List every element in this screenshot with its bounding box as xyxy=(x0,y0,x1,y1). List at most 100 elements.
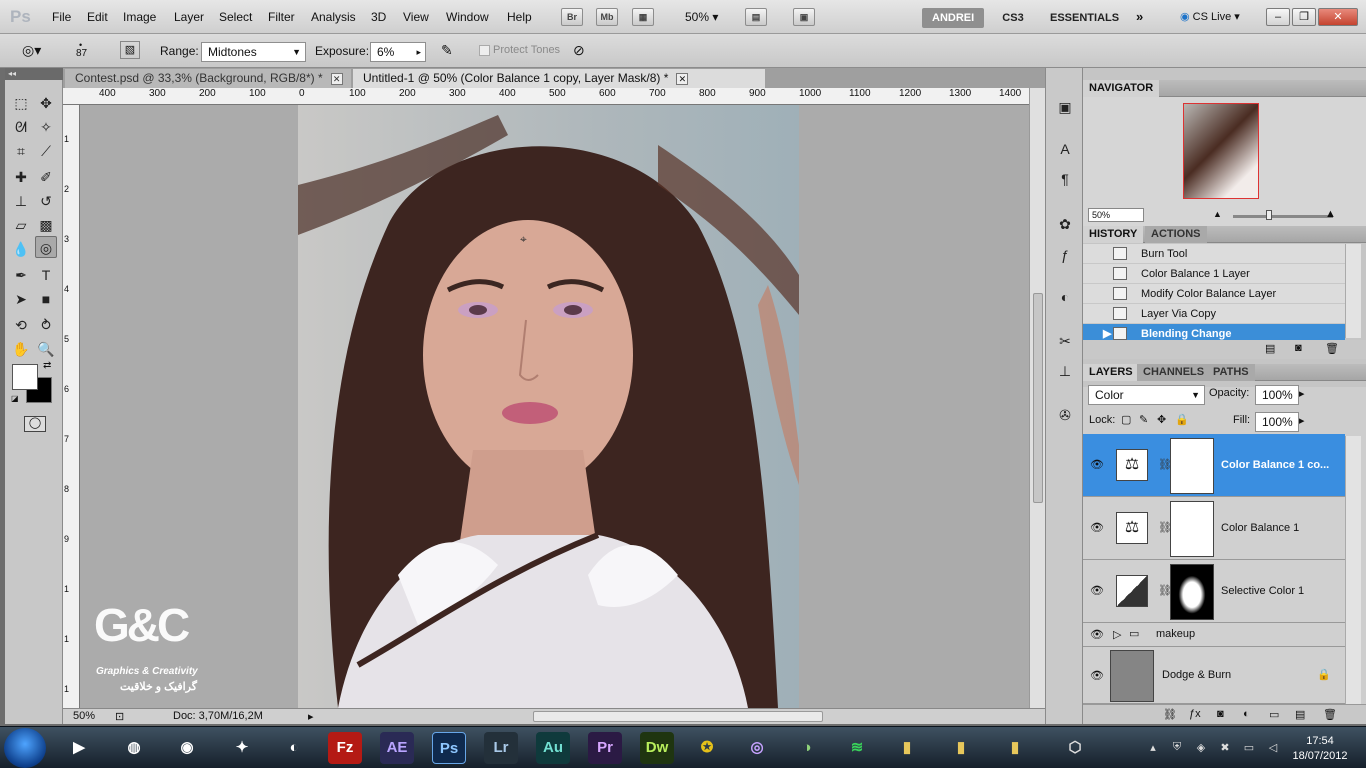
lightroom-icon[interactable]: Lr xyxy=(484,732,518,764)
view-extras-button[interactable]: ▦ xyxy=(632,8,654,26)
media-player-icon[interactable]: ▶ xyxy=(62,732,96,764)
photoshop-taskbar-icon[interactable]: Ps xyxy=(432,732,466,764)
scroll-thumb[interactable] xyxy=(1033,293,1043,503)
exposure-input[interactable]: 6% ▸ xyxy=(370,42,426,62)
swatches-icon[interactable]: ✿ xyxy=(1054,213,1076,235)
app-icon[interactable]: ⬡ xyxy=(1058,732,1092,764)
eyedropper-tool-icon[interactable]: ⟋ xyxy=(35,140,57,162)
arrange-documents-button[interactable]: ▤ xyxy=(745,8,767,26)
history-scrollbar[interactable] xyxy=(1345,244,1361,338)
eraser-tool-icon[interactable]: ▱ xyxy=(10,214,32,236)
layer-name[interactable]: makeup xyxy=(1156,628,1195,640)
shape-tool-icon[interactable]: ■ xyxy=(35,288,57,310)
adjustments-icon[interactable]: ◐ xyxy=(1054,286,1076,308)
eye-icon[interactable]: 👁 xyxy=(1090,458,1104,471)
eye-icon[interactable]: 👁 xyxy=(1090,628,1104,641)
menu-help[interactable]: Help xyxy=(507,10,532,24)
crop-tool-icon[interactable]: ⌗ xyxy=(10,140,32,162)
brush-tool-icon[interactable]: ✐ xyxy=(35,166,57,188)
gradient-tool-icon[interactable]: ▩ xyxy=(35,214,57,236)
close-button[interactable]: ✕ xyxy=(1318,8,1358,26)
after-effects-icon[interactable]: AE xyxy=(380,732,414,764)
styles-icon[interactable]: ƒ xyxy=(1054,244,1076,266)
minimize-button[interactable]: – xyxy=(1266,8,1290,26)
eye-icon[interactable]: 👁 xyxy=(1090,521,1104,534)
tool-preset-icon[interactable]: ◎▾ xyxy=(22,42,41,59)
dreamweaver-icon[interactable]: Dw xyxy=(640,732,674,764)
app-icon[interactable]: ◎ xyxy=(740,732,774,764)
trash-icon[interactable]: 🗑 xyxy=(1323,708,1337,721)
tab-paths[interactable]: PATHS xyxy=(1207,364,1255,381)
layer-row[interactable]: 👁 Dodge & Burn 🔒 xyxy=(1083,647,1345,704)
minibridge-button[interactable]: Mb xyxy=(596,8,618,26)
clock[interactable]: 17:54 18/07/2012 xyxy=(1290,734,1350,764)
folder-icon[interactable]: ▮ xyxy=(890,732,924,764)
lock-position-icon[interactable]: ✥ xyxy=(1157,413,1166,426)
tab-history[interactable]: HISTORY xyxy=(1083,226,1144,243)
history-item[interactable]: Layer Via Copy xyxy=(1083,304,1345,324)
layer-group-row[interactable]: 👁 ▷ ▭ makeup xyxy=(1083,623,1345,647)
tool-presets-icon[interactable]: ✂ xyxy=(1054,330,1076,352)
workspace-essentials[interactable]: ESSENTIALS xyxy=(1040,8,1130,28)
history-brush-tool-icon[interactable]: ↺ xyxy=(35,190,57,212)
lock-transparency-icon[interactable]: ▢ xyxy=(1121,413,1131,426)
tab-navigator[interactable]: NAVIGATOR xyxy=(1083,80,1160,97)
snapshot-icon[interactable]: ◙ xyxy=(1295,342,1302,354)
healing-brush-tool-icon[interactable]: ✚ xyxy=(10,166,32,188)
blend-mode-select[interactable]: Color ▼ xyxy=(1088,385,1205,405)
zoom-out-icon[interactable]: ▲ xyxy=(1213,209,1222,219)
3d-rotate-tool-icon[interactable]: ⟲ xyxy=(10,314,32,336)
layer-name[interactable]: Color Balance 1 co... xyxy=(1221,459,1329,471)
tab-contest[interactable]: Contest.psd @ 33,3% (Background, RGB/8*)… xyxy=(65,69,351,88)
navigator-zoom[interactable]: 50% xyxy=(1088,208,1144,222)
menu-3d[interactable]: 3D xyxy=(371,10,386,24)
history-item[interactable]: Burn Tool xyxy=(1083,244,1345,264)
brush-panel-icon[interactable]: ▧ xyxy=(120,41,140,59)
menu-select[interactable]: Select xyxy=(219,10,252,24)
firefox-icon[interactable]: ◐ xyxy=(277,732,311,764)
tray-network-icon[interactable]: ✖ xyxy=(1218,741,1232,755)
layers-scrollbar[interactable] xyxy=(1345,436,1361,704)
cs-live-button[interactable]: ◉ CS Live ▾ xyxy=(1180,10,1240,23)
tab-untitled[interactable]: Untitled-1 @ 50% (Color Balance 1 copy, … xyxy=(353,69,765,88)
premiere-icon[interactable]: Pr xyxy=(588,732,622,764)
layer-mask-thumbnail[interactable] xyxy=(1170,564,1214,620)
lock-image-icon[interactable]: ✎ xyxy=(1139,413,1148,426)
layer-name[interactable]: Color Balance 1 xyxy=(1221,522,1299,534)
menu-view[interactable]: View xyxy=(403,10,429,24)
tab-actions[interactable]: ACTIONS xyxy=(1145,226,1207,243)
opacity-arrow-icon[interactable]: ▸ xyxy=(1299,387,1305,400)
zoom-tool-icon[interactable]: 🔍 xyxy=(35,338,57,360)
history-item[interactable]: Modify Color Balance Layer xyxy=(1083,284,1345,304)
pressure-icon[interactable]: ⊘ xyxy=(573,42,585,59)
layer-mask-thumbnail[interactable] xyxy=(1170,501,1214,557)
tray-shield-icon[interactable]: ⛨ xyxy=(1170,741,1184,755)
workspace-cs3[interactable]: CS3 xyxy=(990,8,1036,28)
tray-volume-icon[interactable]: ◁ xyxy=(1266,741,1280,755)
chrome-icon[interactable]: ◉ xyxy=(170,732,204,764)
path-selection-tool-icon[interactable]: ➤ xyxy=(10,288,32,310)
swap-colors-icon[interactable]: ⇄ xyxy=(43,360,51,371)
status-menu-arrow-icon[interactable]: ▸ xyxy=(308,710,314,723)
close-icon[interactable]: ✕ xyxy=(676,73,689,85)
link-layers-icon[interactable]: ⛓ xyxy=(1163,708,1177,721)
3d-orbit-tool-icon[interactable]: ⥁ xyxy=(35,314,57,336)
tools-panel-header[interactable]: ◂◂ xyxy=(5,68,63,80)
move-tool-icon[interactable]: ✥ xyxy=(35,92,57,114)
zoom-in-icon[interactable]: ▲ xyxy=(1325,208,1336,220)
fill-arrow-icon[interactable]: ▸ xyxy=(1299,414,1305,427)
more-workspaces-icon[interactable]: » xyxy=(1136,9,1143,24)
layer-row[interactable]: 👁 ⚖ ⛓ Color Balance 1 xyxy=(1083,497,1345,560)
history-item[interactable]: Color Balance 1 Layer xyxy=(1083,264,1345,284)
clone-stamp-tool-icon[interactable]: ⊥ xyxy=(10,190,32,212)
airbrush-icon[interactable]: ✎ xyxy=(441,42,453,59)
clone-source-icon[interactable]: ⊥ xyxy=(1054,360,1076,382)
menu-window[interactable]: Window xyxy=(446,10,489,24)
screen-mode-button[interactable]: ▣ xyxy=(793,8,815,26)
layer-name[interactable]: Dodge & Burn xyxy=(1162,669,1231,681)
new-document-icon[interactable]: ▤ xyxy=(1265,342,1275,355)
pen-tool-icon[interactable]: ✒ xyxy=(10,264,32,286)
folder-icon[interactable]: ▮ xyxy=(998,732,1032,764)
folder-icon[interactable]: ▮ xyxy=(944,732,978,764)
add-mask-icon[interactable]: ◙ xyxy=(1217,708,1224,720)
